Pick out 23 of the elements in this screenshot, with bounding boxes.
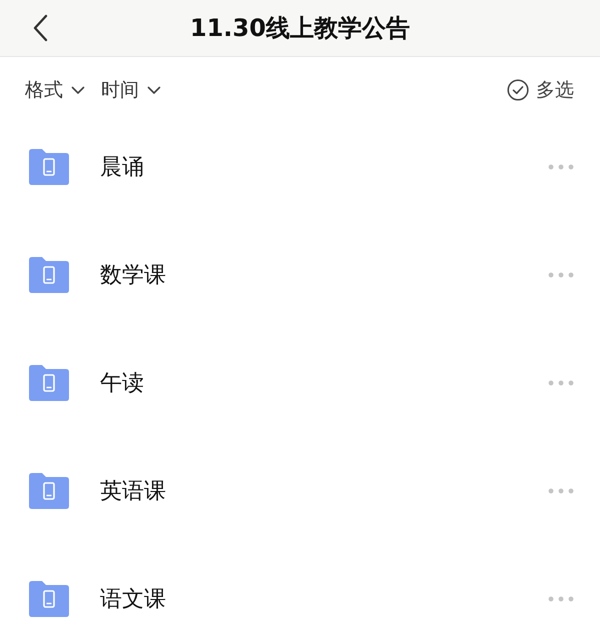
more-icon (548, 596, 574, 602)
check-circle-icon (507, 79, 529, 101)
more-icon (548, 380, 574, 386)
folder-name[interactable]: 数学课 (100, 260, 166, 290)
folder-icon (29, 257, 69, 293)
folder-icon (29, 473, 69, 509)
filter-dropdown[interactable]: 时间 (101, 77, 161, 103)
filter-dropdown[interactable]: 格式 (25, 77, 85, 103)
more-icon (548, 272, 574, 278)
caret-icon (147, 86, 161, 94)
multi-select-button[interactable]: 多选 (507, 77, 574, 103)
more-icon (548, 488, 574, 494)
page-title: 11.30线上教学公告 (190, 13, 410, 44)
folder-icon (29, 581, 69, 617)
folder-name[interactable]: 晨诵 (100, 152, 144, 182)
caret-icon (71, 86, 85, 94)
folder-icon (29, 365, 69, 401)
folder-name[interactable]: 午读 (100, 368, 144, 398)
folder-name[interactable]: 语文课 (100, 584, 166, 614)
folder-icon (29, 149, 69, 185)
back-icon (32, 14, 48, 42)
folder-name[interactable]: 英语课 (100, 476, 166, 506)
more-icon (548, 164, 574, 170)
